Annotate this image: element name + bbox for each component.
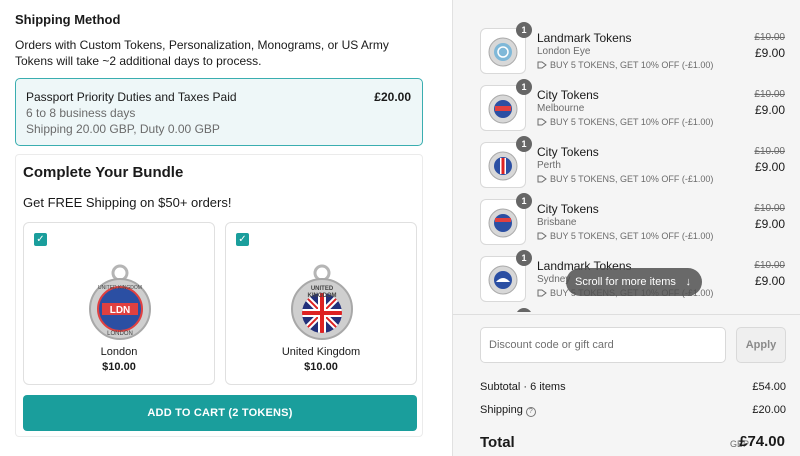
shipping-method-title: Shipping Method — [15, 12, 121, 27]
tag-icon — [537, 118, 547, 126]
cart-item: 1 City Tokens Perth BUY 5 TOKENS, GET 10… — [453, 136, 800, 199]
item-variant: Melbourne — [537, 103, 585, 114]
item-price: £9.00 — [754, 274, 785, 288]
quantity-badge: 1 — [516, 250, 532, 266]
quantity-badge: 1 — [516, 79, 532, 95]
divider — [453, 314, 800, 315]
total-label: Total — [480, 434, 515, 451]
item-price: £9.00 — [754, 160, 785, 174]
item-discount: BUY 5 TOKENS, GET 10% OFF (-£1.00) — [537, 117, 713, 127]
check-icon[interactable]: ✓ — [236, 233, 249, 246]
tag-icon — [537, 61, 547, 69]
item-price: £9.00 — [754, 217, 785, 231]
shipping-panel: Shipping Method Orders with Custom Token… — [0, 0, 452, 456]
bundle-item-price: $10.00 — [304, 361, 338, 373]
bundle-subtitle: Get FREE Shipping on $50+ orders! — [23, 195, 232, 210]
item-variant: Brisbane — [537, 217, 577, 228]
shipping-option-name: Passport Priority Duties and Taxes Paid — [26, 90, 237, 104]
item-variant: London Eye — [537, 46, 591, 57]
item-variant: Perth — [537, 160, 561, 171]
shipping-option-selected[interactable]: Passport Priority Duties and Taxes Paid … — [15, 78, 423, 146]
item-title: Landmark Tokens — [537, 31, 632, 45]
scroll-more-button[interactable]: Scroll for more items ↓ — [566, 268, 702, 296]
tag-icon — [537, 289, 547, 297]
subtotal-value: £54.00 — [752, 381, 786, 393]
add-to-cart-button[interactable]: ADD TO CART (2 TOKENS) — [23, 395, 417, 431]
info-icon[interactable]: ? — [525, 407, 536, 417]
processing-note: Orders with Custom Tokens, Personalizati… — [15, 38, 389, 68]
item-title: City Tokens — [537, 202, 599, 216]
bundle-card-united-kingdom[interactable]: ✓ UNITED KINGDOM United Kingdom $10.00 — [225, 222, 417, 385]
shipping-option-breakdown: Shipping 20.00 GBP, Duty 0.00 GBP — [26, 122, 220, 136]
shipping-option-days: 6 to 8 business days — [26, 106, 136, 120]
subtotal-label: Subtotal · 6 items — [480, 381, 566, 393]
bundle-item-price: $10.00 — [102, 361, 136, 373]
london-token-image: LDN UNITED KINGDOM LONDON — [89, 264, 151, 340]
arrow-down-icon: ↓ — [685, 276, 692, 288]
cart-item: 1 City Tokens Brisbane BUY 5 TOKENS, GET… — [453, 193, 800, 256]
item-price: £9.00 — [754, 103, 785, 117]
bundle-title: Complete Your Bundle — [23, 164, 184, 181]
quantity-badge: 1 — [516, 136, 532, 152]
item-title: City Tokens — [537, 88, 599, 102]
bundle-card-london[interactable]: ✓ LDN UNITED KINGDOM LONDON London $10.0… — [23, 222, 215, 385]
check-icon[interactable]: ✓ — [34, 233, 47, 246]
bundle-item-name: London — [100, 346, 138, 358]
item-original-price: £10.00 — [754, 146, 785, 157]
item-original-price: £10.00 — [754, 32, 785, 43]
item-discount: BUY 5 TOKENS, GET 10% OFF (-£1.00) — [537, 231, 713, 241]
svg-text:KINGDOM: KINGDOM — [308, 293, 337, 299]
svg-text:UNITED KINGDOM: UNITED KINGDOM — [98, 285, 142, 291]
item-original-price: £10.00 — [754, 203, 785, 214]
svg-text:LDN: LDN — [110, 305, 131, 316]
shipping-option-price: £20.00 — [374, 90, 411, 104]
shipping-label: Shipping — [480, 404, 523, 416]
cart-item: 1 Landmark Tokens London Eye BUY 5 TOKEN… — [453, 22, 800, 85]
quantity-badge: 1 — [516, 193, 532, 209]
shipping-value: £20.00 — [752, 404, 786, 416]
item-price: £9.00 — [754, 46, 785, 60]
svg-text:LONDON: LONDON — [107, 331, 133, 337]
item-title: City Tokens — [537, 145, 599, 159]
bundle-section: Complete Your Bundle Get FREE Shipping o… — [15, 154, 423, 437]
cart-items-list[interactable]: 1 Landmark Tokens London Eye BUY 5 TOKEN… — [453, 0, 800, 312]
total-value: £74.00 — [739, 433, 785, 450]
bundle-item-name: United Kingdom — [281, 346, 361, 358]
item-discount: BUY 5 TOKENS, GET 10% OFF (-£1.00) — [537, 174, 713, 184]
item-original-price: £10.00 — [754, 260, 785, 271]
order-summary-panel: 1 Landmark Tokens London Eye BUY 5 TOKEN… — [452, 0, 800, 456]
uk-token-image: UNITED KINGDOM — [291, 264, 353, 340]
quantity-badge: 1 — [516, 22, 532, 38]
scroll-more-label: Scroll for more items — [575, 276, 676, 288]
item-discount: BUY 5 TOKENS, GET 10% OFF (-£1.00) — [537, 60, 713, 70]
tag-icon — [537, 175, 547, 183]
item-original-price: £10.00 — [754, 89, 785, 100]
svg-text:UNITED: UNITED — [311, 286, 334, 292]
discount-code-input[interactable] — [480, 327, 726, 363]
apply-discount-button[interactable]: Apply — [736, 327, 786, 363]
tag-icon — [537, 232, 547, 240]
cart-item: 1 City Tokens Melbourne BUY 5 TOKENS, GE… — [453, 79, 800, 142]
